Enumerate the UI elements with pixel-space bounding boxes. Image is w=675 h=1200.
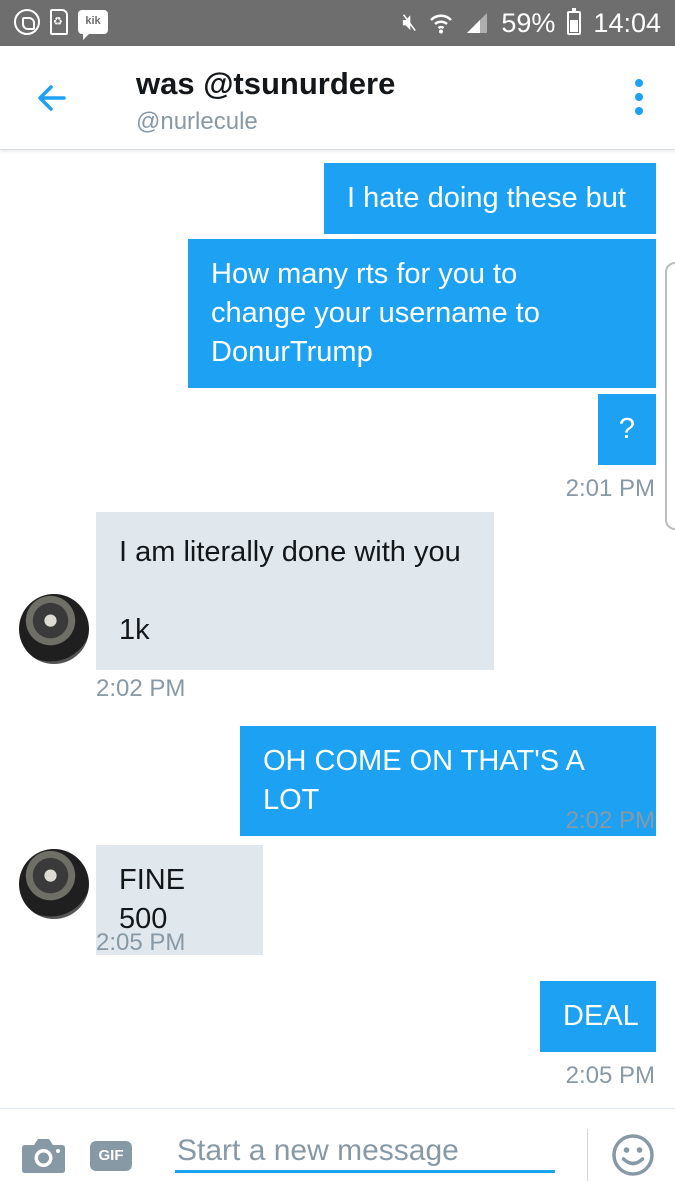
- scroll-handle[interactable]: [665, 262, 675, 530]
- incoming-message[interactable]: I am literally done with you 1k: [96, 512, 494, 670]
- avatar[interactable]: [19, 849, 89, 919]
- outgoing-message[interactable]: I hate doing these but: [324, 163, 656, 234]
- signal-icon: [465, 11, 489, 35]
- camera-icon[interactable]: [21, 1136, 66, 1174]
- message-input[interactable]: [175, 1131, 555, 1173]
- kik-icon: kik: [78, 10, 108, 40]
- message-timestamp: 2:05 PM: [565, 1062, 655, 1089]
- message-timestamp: 2:05 PM: [96, 929, 186, 956]
- back-arrow-icon[interactable]: [34, 80, 70, 116]
- wifi-icon: [429, 12, 453, 34]
- more-vertical-icon[interactable]: [633, 79, 645, 115]
- conversation-header: was @tsunurdere @nurlecule: [0, 46, 675, 150]
- conversation-title: was @tsunurdere: [136, 66, 396, 101]
- message-timestamp: 2:02 PM: [565, 807, 655, 834]
- emoji-icon[interactable]: [611, 1133, 655, 1177]
- battery-icon: [567, 8, 582, 35]
- sdcard-icon: [50, 9, 68, 35]
- mute-icon: 🔇︎: [402, 9, 418, 36]
- message-composer: GIF: [0, 1108, 675, 1200]
- status-bar: kik 🔇︎ 59% 14:04: [0, 0, 675, 46]
- battery-percent: 59%: [501, 7, 556, 38]
- avatar[interactable]: [19, 594, 89, 664]
- outgoing-message[interactable]: How many rts for you to change your user…: [188, 239, 656, 388]
- clock: 14:04: [593, 7, 661, 38]
- outgoing-message[interactable]: DEAL: [540, 981, 656, 1052]
- composer-divider: [587, 1129, 588, 1181]
- outgoing-message[interactable]: ?: [598, 394, 656, 465]
- conversation-handle: @nurlecule: [136, 108, 258, 135]
- message-timestamp: 2:02 PM: [96, 675, 186, 702]
- message-timestamp: 2:01 PM: [565, 475, 655, 502]
- whatsapp-icon: [14, 9, 40, 35]
- gif-button[interactable]: GIF: [90, 1141, 132, 1171]
